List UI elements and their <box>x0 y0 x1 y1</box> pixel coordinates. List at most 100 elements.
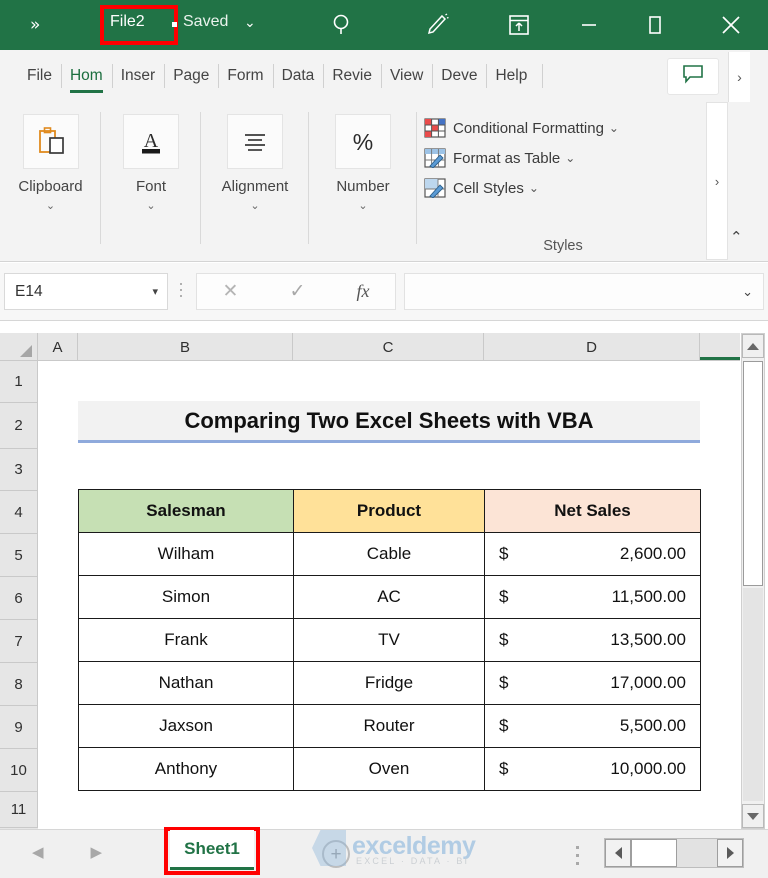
formula-input[interactable]: ⌄ <box>404 273 764 310</box>
table-row[interactable]: Frank TV $ 13,500.00 <box>78 618 701 662</box>
tab-view[interactable]: View <box>380 51 432 101</box>
tab-formulas[interactable]: Form <box>218 51 272 101</box>
chevron-down-icon[interactable]: ▾ <box>152 285 167 298</box>
column-header-net-sales[interactable]: Net Sales <box>484 489 701 533</box>
table-row[interactable]: Nathan Fridge $ 17,000.00 <box>78 661 701 705</box>
column-header-c[interactable]: C <box>293 333 484 361</box>
sheet-tab-sheet1[interactable]: Sheet1 <box>170 830 254 870</box>
sheet-cells[interactable]: Comparing Two Excel Sheets with VBA Sale… <box>38 361 740 829</box>
sheet-prev-button[interactable]: ◀ <box>32 843 44 861</box>
row-header-8[interactable]: 8 <box>0 663 38 706</box>
comments-button[interactable] <box>667 58 719 95</box>
cell-salesman[interactable]: Frank <box>78 618 294 662</box>
tab-home[interactable]: Hom <box>60 51 112 101</box>
cell-salesman[interactable]: Wilham <box>78 532 294 576</box>
cell-net-sales[interactable]: $ 17,000.00 <box>484 661 701 705</box>
tab-insert[interactable]: Inser <box>111 51 164 101</box>
tab-page-layout[interactable]: Page <box>164 51 218 101</box>
cell-product[interactable]: AC <box>293 575 485 619</box>
horizontal-scroll-thumb[interactable] <box>631 839 677 867</box>
row-header-1[interactable]: 1 <box>0 361 38 403</box>
format-as-table-button[interactable]: Format as Table ⌄ <box>418 143 708 173</box>
ribbon-group-alignment[interactable]: Alignment ⌄ <box>201 102 309 260</box>
column-header-e-partial[interactable] <box>700 332 740 360</box>
vertical-scrollbar[interactable] <box>741 333 765 829</box>
cell-styles-button[interactable]: Cell Styles ⌄ <box>418 173 708 203</box>
ribbon-group-font[interactable]: A Font ⌄ <box>101 102 201 260</box>
chevron-down-icon[interactable]: ⌄ <box>46 199 55 212</box>
percent-icon[interactable]: % <box>335 114 391 169</box>
cell-salesman[interactable]: Jaxson <box>78 704 294 748</box>
scroll-right-button[interactable] <box>717 839 743 867</box>
chevron-down-icon[interactable]: ⌄ <box>244 14 256 31</box>
cell-product[interactable]: Fridge <box>293 661 485 705</box>
cell-salesman[interactable]: Nathan <box>78 661 294 705</box>
collapse-ribbon-button[interactable]: ⌃ <box>730 228 743 246</box>
alignment-icon[interactable] <box>227 114 283 169</box>
cell-net-sales[interactable]: $ 5,500.00 <box>484 704 701 748</box>
ribbon-group-clipboard[interactable]: Clipboard ⌄ <box>0 102 101 260</box>
cell-product[interactable]: Oven <box>293 747 485 791</box>
chevron-down-icon[interactable]: ⌄ <box>529 181 539 195</box>
chevron-down-icon[interactable]: ⌄ <box>609 121 619 135</box>
tab-developer[interactable]: Deve <box>432 51 486 101</box>
row-header-5[interactable]: 5 <box>0 534 38 577</box>
overflow-chevrons-icon[interactable]: » <box>30 15 41 35</box>
cell-net-sales[interactable]: $ 13,500.00 <box>484 618 701 662</box>
table-row[interactable]: Jaxson Router $ 5,500.00 <box>78 704 701 748</box>
close-icon[interactable] <box>706 0 756 50</box>
scroll-left-button[interactable] <box>605 839 631 867</box>
add-sheet-icon[interactable]: + <box>322 840 350 868</box>
chevron-down-icon[interactable]: ⌄ <box>565 151 575 165</box>
name-box[interactable]: E14 ▾ <box>4 273 168 310</box>
table-row[interactable]: Wilham Cable $ 2,600.00 <box>78 532 701 576</box>
status-bar-grip[interactable] <box>576 846 579 870</box>
cell-net-sales[interactable]: $ 11,500.00 <box>484 575 701 619</box>
chevron-down-icon[interactable]: ⌄ <box>742 284 763 300</box>
ribbon-overflow-button[interactable]: › <box>728 52 750 102</box>
tab-review[interactable]: Revie <box>323 51 381 101</box>
tab-help[interactable]: Help <box>486 51 536 101</box>
vertical-scroll-thumb[interactable] <box>743 361 763 586</box>
cell-product[interactable]: TV <box>293 618 485 662</box>
formula-bar-grip[interactable] <box>180 283 182 301</box>
conditional-formatting-button[interactable]: Conditional Formatting ⌄ <box>418 113 708 143</box>
column-header-d[interactable]: D <box>484 333 700 361</box>
styles-scroll-button[interactable]: › <box>706 102 728 260</box>
sheet-title-cell[interactable]: Comparing Two Excel Sheets with VBA <box>78 401 700 443</box>
font-icon[interactable]: A <box>123 114 179 169</box>
row-header-4[interactable]: 4 <box>0 491 38 534</box>
row-header-11[interactable]: 11 <box>0 792 38 828</box>
row-header-6[interactable]: 6 <box>0 577 38 620</box>
cell-net-sales[interactable]: $ 10,000.00 <box>484 747 701 791</box>
row-header-3[interactable]: 3 <box>0 449 38 491</box>
vertical-scroll-track[interactable] <box>743 588 763 801</box>
column-header-b[interactable]: B <box>78 333 293 361</box>
cell-product[interactable]: Cable <box>293 532 485 576</box>
column-header-salesman[interactable]: Salesman <box>78 489 294 533</box>
chevron-down-icon[interactable]: ⌄ <box>250 199 259 212</box>
clipboard-icon[interactable] <box>22 114 79 169</box>
file-name[interactable]: File2 <box>110 13 145 31</box>
column-header-product[interactable]: Product <box>293 489 485 533</box>
chevron-down-icon[interactable]: ⌄ <box>146 199 155 212</box>
table-row[interactable]: Simon AC $ 11,500.00 <box>78 575 701 619</box>
chevron-down-icon[interactable]: ⌄ <box>358 199 367 212</box>
row-header-9[interactable]: 9 <box>0 706 38 749</box>
scroll-up-button[interactable] <box>742 334 764 358</box>
maximize-icon[interactable] <box>630 0 680 50</box>
scroll-down-button[interactable] <box>742 804 764 828</box>
cell-salesman[interactable]: Anthony <box>78 747 294 791</box>
cell-product[interactable]: Router <box>293 704 485 748</box>
pen-icon[interactable] <box>412 0 462 50</box>
cancel-icon[interactable]: ✕ <box>223 280 239 303</box>
horizontal-scrollbar[interactable] <box>604 838 744 868</box>
table-row[interactable]: Anthony Oven $ 10,000.00 <box>78 747 701 791</box>
share-icon[interactable] <box>494 0 544 50</box>
cell-net-sales[interactable]: $ 2,600.00 <box>484 532 701 576</box>
select-all-button[interactable] <box>0 333 38 361</box>
column-header-a[interactable]: A <box>38 333 78 361</box>
tab-file[interactable]: File <box>18 51 61 101</box>
row-header-7[interactable]: 7 <box>0 620 38 663</box>
confirm-icon[interactable]: ✓ <box>289 280 305 303</box>
